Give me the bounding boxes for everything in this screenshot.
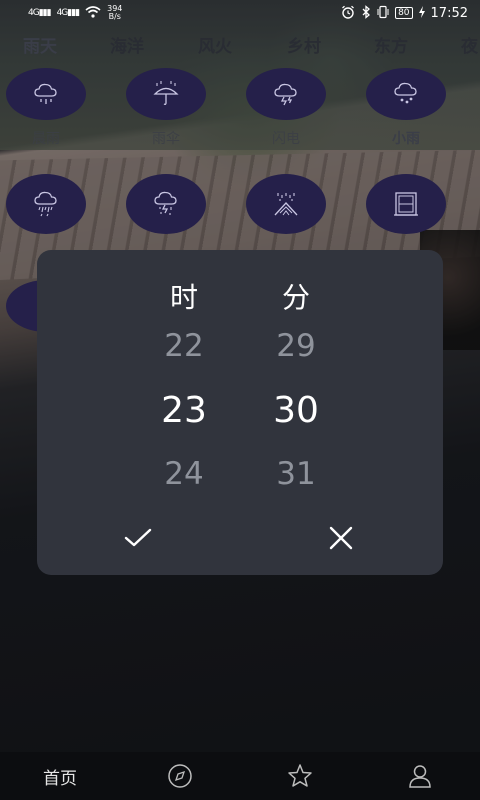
sound-circle[interactable] (366, 68, 446, 120)
sound-item-morning-rain[interactable]: 晨雨 (6, 68, 86, 148)
signal-indicator-1: 4G▮▮▮ (28, 8, 52, 18)
minute-selected-value[interactable]: 30 (256, 390, 336, 431)
hour-next-value[interactable]: 24 (144, 456, 224, 492)
sound-circle[interactable] (366, 174, 446, 234)
nav-home[interactable]: 首页 (15, 752, 105, 800)
nav-profile[interactable] (375, 752, 465, 800)
cloud-heavy-rain-icon (34, 191, 57, 217)
cloud-drizzle-icon (394, 82, 417, 104)
alarm-icon (341, 5, 355, 22)
tab-rainy[interactable]: 雨天 (23, 32, 57, 57)
cloud-lightning-icon (274, 83, 297, 106)
sound-item-roof-rain[interactable] (246, 174, 326, 254)
tab-oriental[interactable]: 东方 (374, 32, 408, 57)
tab-village[interactable]: 乡村 (287, 32, 321, 57)
hour-header: 时 (169, 281, 198, 314)
sound-circle[interactable] (246, 174, 326, 234)
signal-indicator-2: 4G▮▮▮ (56, 8, 81, 18)
tab-ocean[interactable]: 海洋 (110, 32, 144, 57)
minute-prev-value[interactable]: 29 (256, 328, 336, 364)
sound-item-heavy-rain[interactable] (6, 174, 86, 254)
net-speed: 394 B/s (107, 4, 123, 21)
bluetooth-icon (361, 4, 371, 22)
battery-indicator: 80 (395, 7, 413, 19)
status-time: 17:52 (430, 5, 468, 21)
sound-item-window[interactable] (366, 174, 446, 254)
vibrate-icon (377, 5, 389, 22)
nav-favorites[interactable] (255, 752, 345, 800)
sound-item-label: 小雨 (392, 131, 420, 147)
sound-item-label: 晨雨 (32, 131, 60, 147)
tab-wind-fire[interactable]: 风火 (198, 32, 232, 57)
umbrella-rain-icon (153, 81, 179, 105)
time-picker-dialog: 时 22 23 24 分 29 30 31 (37, 250, 443, 575)
hour-prev-value[interactable]: 22 (144, 328, 224, 364)
nav-discover[interactable] (135, 752, 225, 800)
check-icon (124, 528, 152, 547)
sound-circle[interactable] (126, 68, 206, 120)
roof-rain-icon (274, 193, 298, 216)
cloud-rain-icon (34, 83, 57, 104)
star-icon (288, 764, 312, 787)
status-bar: 4G▮▮▮ 4G▮▮▮ 394 B/s 80 17:52 (0, 0, 480, 26)
wifi-icon (85, 5, 101, 21)
close-icon (329, 526, 353, 550)
sound-circle[interactable] (246, 68, 326, 120)
minute-header: 分 (281, 281, 310, 314)
tab-night[interactable]: 夜 (461, 32, 478, 57)
user-icon (409, 765, 431, 788)
minute-next-value[interactable]: 31 (256, 456, 336, 492)
cloud-storm-icon (154, 191, 177, 215)
sound-circle[interactable] (6, 174, 86, 234)
category-tabs: 雨天 海洋 风火 乡村 东方 夜 (0, 28, 480, 58)
bottom-nav: 首页 (0, 752, 480, 800)
sound-item-label: 闪电 (272, 131, 300, 147)
sound-item-lightning[interactable]: 闪电 (246, 68, 326, 148)
cancel-button[interactable] (321, 520, 361, 556)
sound-circle[interactable] (126, 174, 206, 234)
confirm-button[interactable] (118, 520, 158, 556)
sound-item-storm[interactable] (126, 174, 206, 254)
sound-circle[interactable] (6, 68, 86, 120)
sound-item-label: 雨伞 (152, 131, 180, 147)
sound-item-light-rain[interactable]: 小雨 (366, 68, 446, 148)
compass-icon (168, 764, 192, 788)
window-icon (394, 192, 418, 216)
hour-selected-value[interactable]: 23 (144, 390, 224, 431)
nav-home-label: 首页 (43, 768, 77, 789)
sound-item-umbrella[interactable]: 雨伞 (126, 68, 206, 148)
charging-icon (418, 5, 425, 21)
